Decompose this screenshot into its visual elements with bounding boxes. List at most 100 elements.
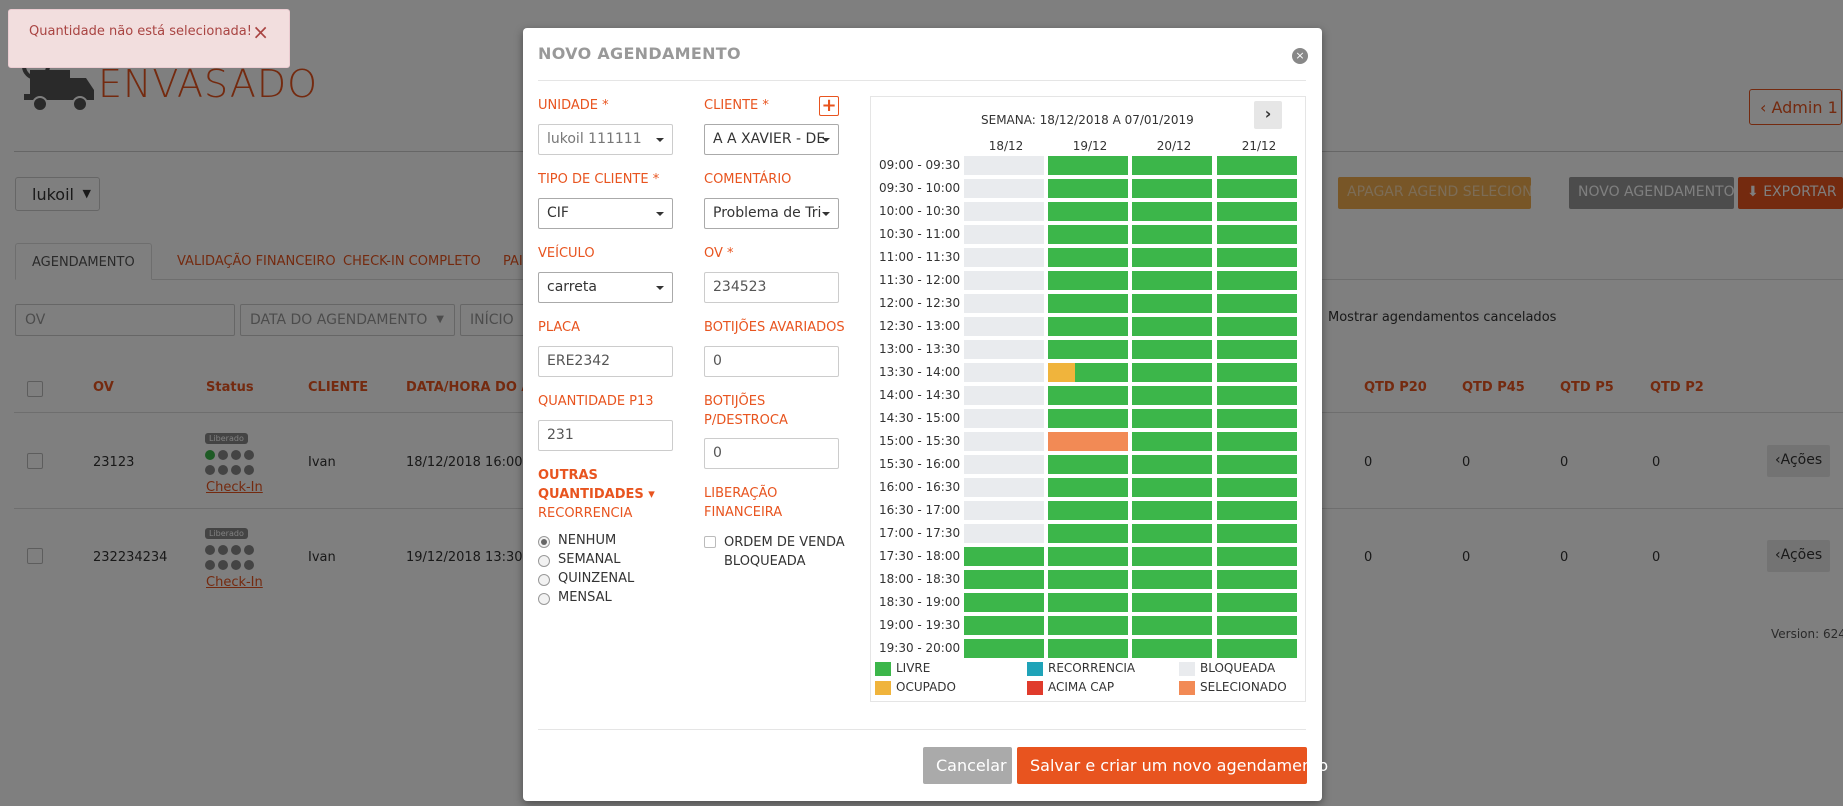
time-slot[interactable] [964, 340, 1044, 359]
time-slot[interactable] [964, 547, 1044, 566]
time-slot[interactable] [1132, 639, 1212, 658]
time-slot[interactable] [964, 363, 1044, 382]
time-slot[interactable] [1217, 593, 1297, 612]
time-slot[interactable] [964, 271, 1044, 290]
time-slot[interactable] [1048, 179, 1128, 198]
time-slot[interactable] [1132, 478, 1212, 497]
time-slot[interactable] [1217, 570, 1297, 589]
time-slot[interactable] [1217, 455, 1297, 474]
time-slot[interactable] [1132, 547, 1212, 566]
time-slot[interactable] [1048, 547, 1128, 566]
time-slot[interactable] [1132, 409, 1212, 428]
time-slot[interactable] [1217, 547, 1297, 566]
save-and-new-button[interactable]: Salvar e criar um novo agendamento [1017, 747, 1328, 784]
avariados-input[interactable]: 0 [704, 346, 839, 377]
time-slot[interactable] [1048, 432, 1128, 451]
time-slot[interactable] [1132, 501, 1212, 520]
veiculo-select[interactable]: carreta [538, 272, 673, 303]
cliente-select[interactable]: A A XAVIER - DE [704, 124, 839, 155]
time-slot[interactable] [1132, 340, 1212, 359]
time-slot[interactable] [964, 409, 1044, 428]
time-slot[interactable] [1048, 593, 1128, 612]
time-slot[interactable] [1217, 616, 1297, 635]
time-slot[interactable] [964, 202, 1044, 221]
time-slot[interactable] [1132, 271, 1212, 290]
add-client-icon[interactable]: + [819, 96, 839, 116]
time-slot[interactable] [964, 455, 1044, 474]
time-slot[interactable] [1048, 363, 1128, 382]
time-slot[interactable] [964, 501, 1044, 520]
ov-input[interactable]: 234523 [704, 272, 839, 303]
time-slot[interactable] [1048, 271, 1128, 290]
time-slot[interactable] [1048, 202, 1128, 221]
time-slot[interactable] [964, 570, 1044, 589]
time-slot[interactable] [1132, 156, 1212, 175]
time-slot[interactable] [1132, 317, 1212, 336]
time-slot[interactable] [1132, 179, 1212, 198]
time-slot[interactable] [1048, 386, 1128, 405]
time-slot[interactable] [1217, 524, 1297, 543]
time-slot[interactable] [964, 639, 1044, 658]
time-slot[interactable] [1217, 225, 1297, 244]
time-slot[interactable] [1132, 248, 1212, 267]
time-slot[interactable] [1048, 501, 1128, 520]
radio-quinzenal[interactable] [538, 574, 550, 586]
time-slot[interactable] [1217, 386, 1297, 405]
time-slot[interactable] [964, 294, 1044, 313]
time-slot[interactable] [1217, 294, 1297, 313]
time-slot[interactable] [964, 478, 1044, 497]
outras-quantidades-toggle[interactable]: OUTRAS QUANTIDADES ▾ [538, 466, 655, 504]
next-week-button[interactable]: › [1254, 101, 1282, 129]
radio-mensal[interactable] [538, 593, 550, 605]
time-slot[interactable] [964, 317, 1044, 336]
time-slot[interactable] [1217, 432, 1297, 451]
time-slot[interactable] [964, 386, 1044, 405]
time-slot[interactable] [1132, 294, 1212, 313]
close-icon[interactable]: × [252, 22, 269, 42]
time-slot[interactable] [1048, 156, 1128, 175]
time-slot[interactable] [1048, 639, 1128, 658]
time-slot[interactable] [964, 179, 1044, 198]
time-slot[interactable] [1217, 202, 1297, 221]
time-slot[interactable] [964, 524, 1044, 543]
time-slot[interactable] [1048, 340, 1128, 359]
unidade-select[interactable]: lukoil 111111 [538, 124, 673, 155]
time-slot[interactable] [1217, 639, 1297, 658]
time-slot[interactable] [964, 225, 1044, 244]
cancel-button[interactable]: Cancelar [923, 747, 1012, 784]
time-slot[interactable] [1048, 409, 1128, 428]
time-slot[interactable] [1048, 225, 1128, 244]
time-slot[interactable] [1217, 271, 1297, 290]
time-slot[interactable] [1132, 593, 1212, 612]
time-slot[interactable] [1132, 225, 1212, 244]
time-slot[interactable] [964, 432, 1044, 451]
time-slot[interactable] [1132, 570, 1212, 589]
placa-input[interactable]: ERE2342 [538, 346, 673, 377]
time-slot[interactable] [964, 248, 1044, 267]
time-slot[interactable] [1217, 501, 1297, 520]
time-slot[interactable] [1217, 179, 1297, 198]
time-slot[interactable] [1132, 432, 1212, 451]
comentario-select[interactable]: Problema de Tri [704, 198, 839, 229]
destroca-input[interactable]: 0 [704, 438, 839, 469]
time-slot[interactable] [1048, 248, 1128, 267]
time-slot[interactable] [1132, 386, 1212, 405]
time-slot[interactable] [964, 616, 1044, 635]
time-slot[interactable] [1132, 202, 1212, 221]
time-slot[interactable] [1217, 317, 1297, 336]
time-slot[interactable] [1132, 616, 1212, 635]
radio-semanal[interactable] [538, 555, 550, 567]
time-slot[interactable] [1132, 363, 1212, 382]
ordem-venda-checkbox[interactable] [704, 536, 716, 548]
time-slot[interactable] [1048, 478, 1128, 497]
qtd-p13-input[interactable]: 231 [538, 420, 673, 451]
close-icon[interactable]: × [1292, 48, 1308, 64]
time-slot[interactable] [1217, 409, 1297, 428]
time-slot[interactable] [1217, 248, 1297, 267]
radio-nenhum[interactable] [538, 536, 550, 548]
time-slot[interactable] [1132, 524, 1212, 543]
time-slot[interactable] [1048, 616, 1128, 635]
time-slot[interactable] [1048, 570, 1128, 589]
time-slot[interactable] [1132, 455, 1212, 474]
time-slot[interactable] [1048, 317, 1128, 336]
